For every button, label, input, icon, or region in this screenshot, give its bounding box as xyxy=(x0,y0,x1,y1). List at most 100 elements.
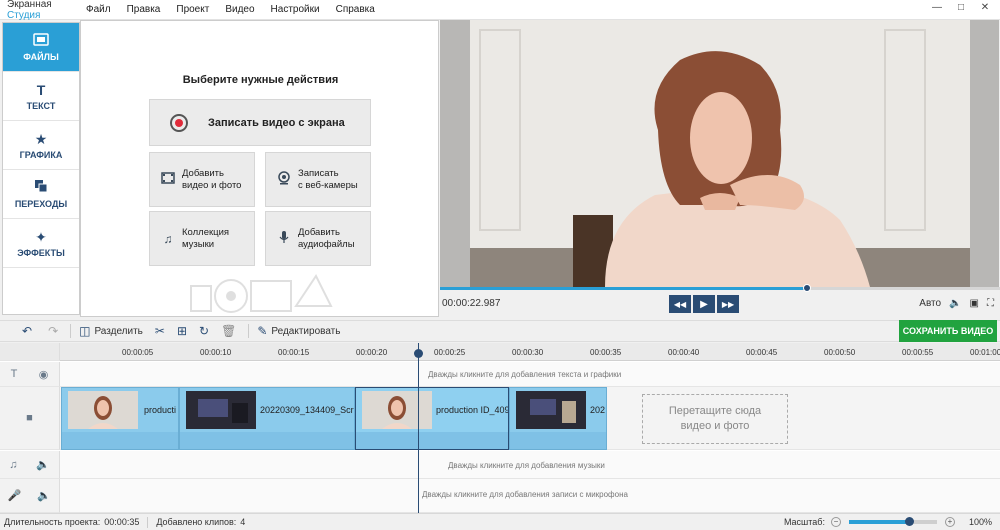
split-label: Разделить xyxy=(94,325,143,337)
record-screen-button[interactable]: Записать видео с экрана xyxy=(149,99,371,146)
transport-controls: ◀◀ ▶ ▶▶ xyxy=(669,295,741,313)
actions-title: Выберите нужные действия xyxy=(182,74,339,86)
folder-icon xyxy=(33,32,49,50)
drop-line2: видео и фото xyxy=(680,420,750,432)
zoom-out-icon[interactable]: − xyxy=(830,517,841,527)
preview-options: Авто 🔈 ▣ ⛶ xyxy=(911,298,994,309)
text-track[interactable]: Дважды кликните для добавления текста и … xyxy=(60,362,1000,387)
tab-effects[interactable]: ✦ ЭФФЕКТЫ xyxy=(3,219,79,268)
ruler-tick: 00:00:20 xyxy=(356,348,388,357)
add-audio-button[interactable]: Добавить аудиофайлы xyxy=(265,211,371,266)
menu-help[interactable]: Справка xyxy=(336,4,375,15)
window-controls: — □ ✕ xyxy=(922,2,994,13)
preview-frame xyxy=(440,20,999,287)
music-track[interactable]: Дважды кликните для добавления музыки xyxy=(60,451,1000,479)
app-title-part2: Студия xyxy=(7,9,41,21)
ruler-tick: 00:00:05 xyxy=(122,348,154,357)
rotate-icon[interactable]: ↻ xyxy=(199,324,213,338)
visibility-icon[interactable]: ◉ xyxy=(39,368,49,381)
volume-icon[interactable]: 🔈 xyxy=(36,458,50,471)
tab-graphics[interactable]: ★ ГРАФИКА xyxy=(3,121,79,170)
zoom-control: Масштаб: − + 100% xyxy=(784,517,992,527)
music-track-hint: Дважды кликните для добавления музыки xyxy=(448,461,605,470)
clips-count-label: Добавлено клипов: xyxy=(156,517,237,527)
add-audio-label: Добавить аудиофайлы xyxy=(298,227,355,251)
microphone-icon xyxy=(276,230,292,247)
status-bar: Длительность проекта: 00:00:35 Добавлено… xyxy=(0,513,1000,530)
text-icon: T xyxy=(36,82,46,98)
playhead[interactable] xyxy=(418,343,419,513)
menu-file[interactable]: Файл xyxy=(86,4,111,15)
left-tab-bar: ФАЙЛЫ T ТЕКСТ ★ ГРАФИКА ПЕРЕХОДЫ ✦ ЭФФЕК… xyxy=(2,22,80,315)
ruler-tick: 00:00:40 xyxy=(668,348,700,357)
drop-zone[interactable]: Перетащите сюда видео и фото xyxy=(642,394,788,444)
redo-icon[interactable]: ↷ xyxy=(48,324,62,338)
video-clip[interactable]: producti xyxy=(61,387,179,450)
clip-thumbnail xyxy=(186,391,256,429)
menu-project[interactable]: Проект xyxy=(176,4,209,15)
time-ruler[interactable]: 00:00:05 00:00:10 00:00:15 00:00:20 00:0… xyxy=(60,343,1000,361)
close-icon[interactable]: ✕ xyxy=(976,2,994,13)
play-icon[interactable]: ▶ xyxy=(693,295,715,313)
webcam-button[interactable]: Записать с веб-камеры xyxy=(265,152,371,207)
crop-icon[interactable]: ⊞ xyxy=(177,324,191,338)
video-clip[interactable]: 20220309_134409_Scre xyxy=(179,387,355,450)
tab-files[interactable]: ФАЙЛЫ xyxy=(3,23,79,72)
skip-forward-icon[interactable]: ▶▶ xyxy=(717,295,739,313)
record-screen-label: Записать видео с экрана xyxy=(208,116,345,129)
maximize-icon[interactable]: □ xyxy=(952,2,970,13)
save-video-button[interactable]: СОХРАНИТЬ ВИДЕО xyxy=(899,320,997,342)
music-track-icon: ♫ xyxy=(9,458,18,471)
tab-text[interactable]: T ТЕКСТ xyxy=(3,72,79,121)
clip-name: 20220309_134409_Scre xyxy=(260,405,355,415)
video-clip[interactable]: 202 xyxy=(509,387,607,450)
progress-handle[interactable] xyxy=(802,284,811,292)
title-bar: Экранная Студия Файл Правка Проект Видео… xyxy=(0,0,1000,21)
menu-video[interactable]: Видео xyxy=(225,4,254,15)
webcam-icon xyxy=(276,171,292,188)
toolbar-divider xyxy=(70,324,72,338)
actions-panel: Выберите нужные действия Записать видео … xyxy=(80,20,439,317)
tab-transitions[interactable]: ПЕРЕХОДЫ xyxy=(3,170,79,219)
clips-count-value: 4 xyxy=(240,517,246,527)
add-video-line2: видео и фото xyxy=(182,179,242,191)
playback-progress-bar[interactable] xyxy=(440,284,1000,292)
video-clip-selected[interactable]: production ID_409 xyxy=(355,387,509,450)
menu-edit[interactable]: Правка xyxy=(127,4,161,15)
duration-value: 00:00:35 xyxy=(104,517,140,527)
snapshot-icon[interactable]: ▣ xyxy=(970,298,979,309)
ruler-tick: 00:00:15 xyxy=(278,348,310,357)
clip-thumbnail xyxy=(362,391,432,429)
split-button[interactable]: ◫ Разделить xyxy=(79,324,143,338)
ruler-tick: 00:01:00 xyxy=(970,348,1000,357)
zoom-slider[interactable] xyxy=(848,517,937,526)
cut-icon[interactable]: ✂ xyxy=(155,324,169,338)
tab-effects-label: ЭФФЕКТЫ xyxy=(17,248,65,258)
music-collection-button[interactable]: ♫ Коллекция музыки xyxy=(149,211,255,266)
delete-icon[interactable]: 🗑 xyxy=(221,324,240,338)
edit-button[interactable]: ✎ Редактировать xyxy=(257,324,340,338)
split-icon: ◫ xyxy=(79,324,91,338)
menu-bar: Файл Правка Проект Видео Настройки Справ… xyxy=(86,4,391,15)
fullscreen-icon[interactable]: ⛶ xyxy=(987,298,994,309)
playhead-handle[interactable] xyxy=(414,349,423,358)
mic-track[interactable]: Дважды кликните для добавления записи с … xyxy=(60,479,1000,513)
video-preview[interactable] xyxy=(440,20,999,289)
quality-auto[interactable]: Авто xyxy=(919,298,941,309)
volume-icon[interactable]: 🔈 xyxy=(949,298,961,309)
clip-name: 202 xyxy=(590,405,606,415)
zoom-in-icon[interactable]: + xyxy=(944,517,955,527)
minimize-icon[interactable]: — xyxy=(928,2,946,13)
skip-back-icon[interactable]: ◀◀ xyxy=(669,295,691,313)
text-track-hint: Дважды кликните для добавления текста и … xyxy=(428,370,622,379)
ruler-tick: 00:00:30 xyxy=(512,348,544,357)
zoom-handle[interactable] xyxy=(904,517,914,526)
undo-icon[interactable]: ↶ xyxy=(22,324,36,338)
magic-wand-icon: ✦ xyxy=(35,229,47,245)
current-timecode: 00:00:22.987 xyxy=(442,298,501,309)
timeline[interactable]: 00:00:05 00:00:10 00:00:15 00:00:20 00:0… xyxy=(0,343,1000,513)
add-video-button[interactable]: Добавить видео и фото xyxy=(149,152,255,207)
volume-icon[interactable]: 🔈 xyxy=(37,489,51,502)
film-icon xyxy=(160,171,176,188)
menu-settings[interactable]: Настройки xyxy=(271,4,320,15)
